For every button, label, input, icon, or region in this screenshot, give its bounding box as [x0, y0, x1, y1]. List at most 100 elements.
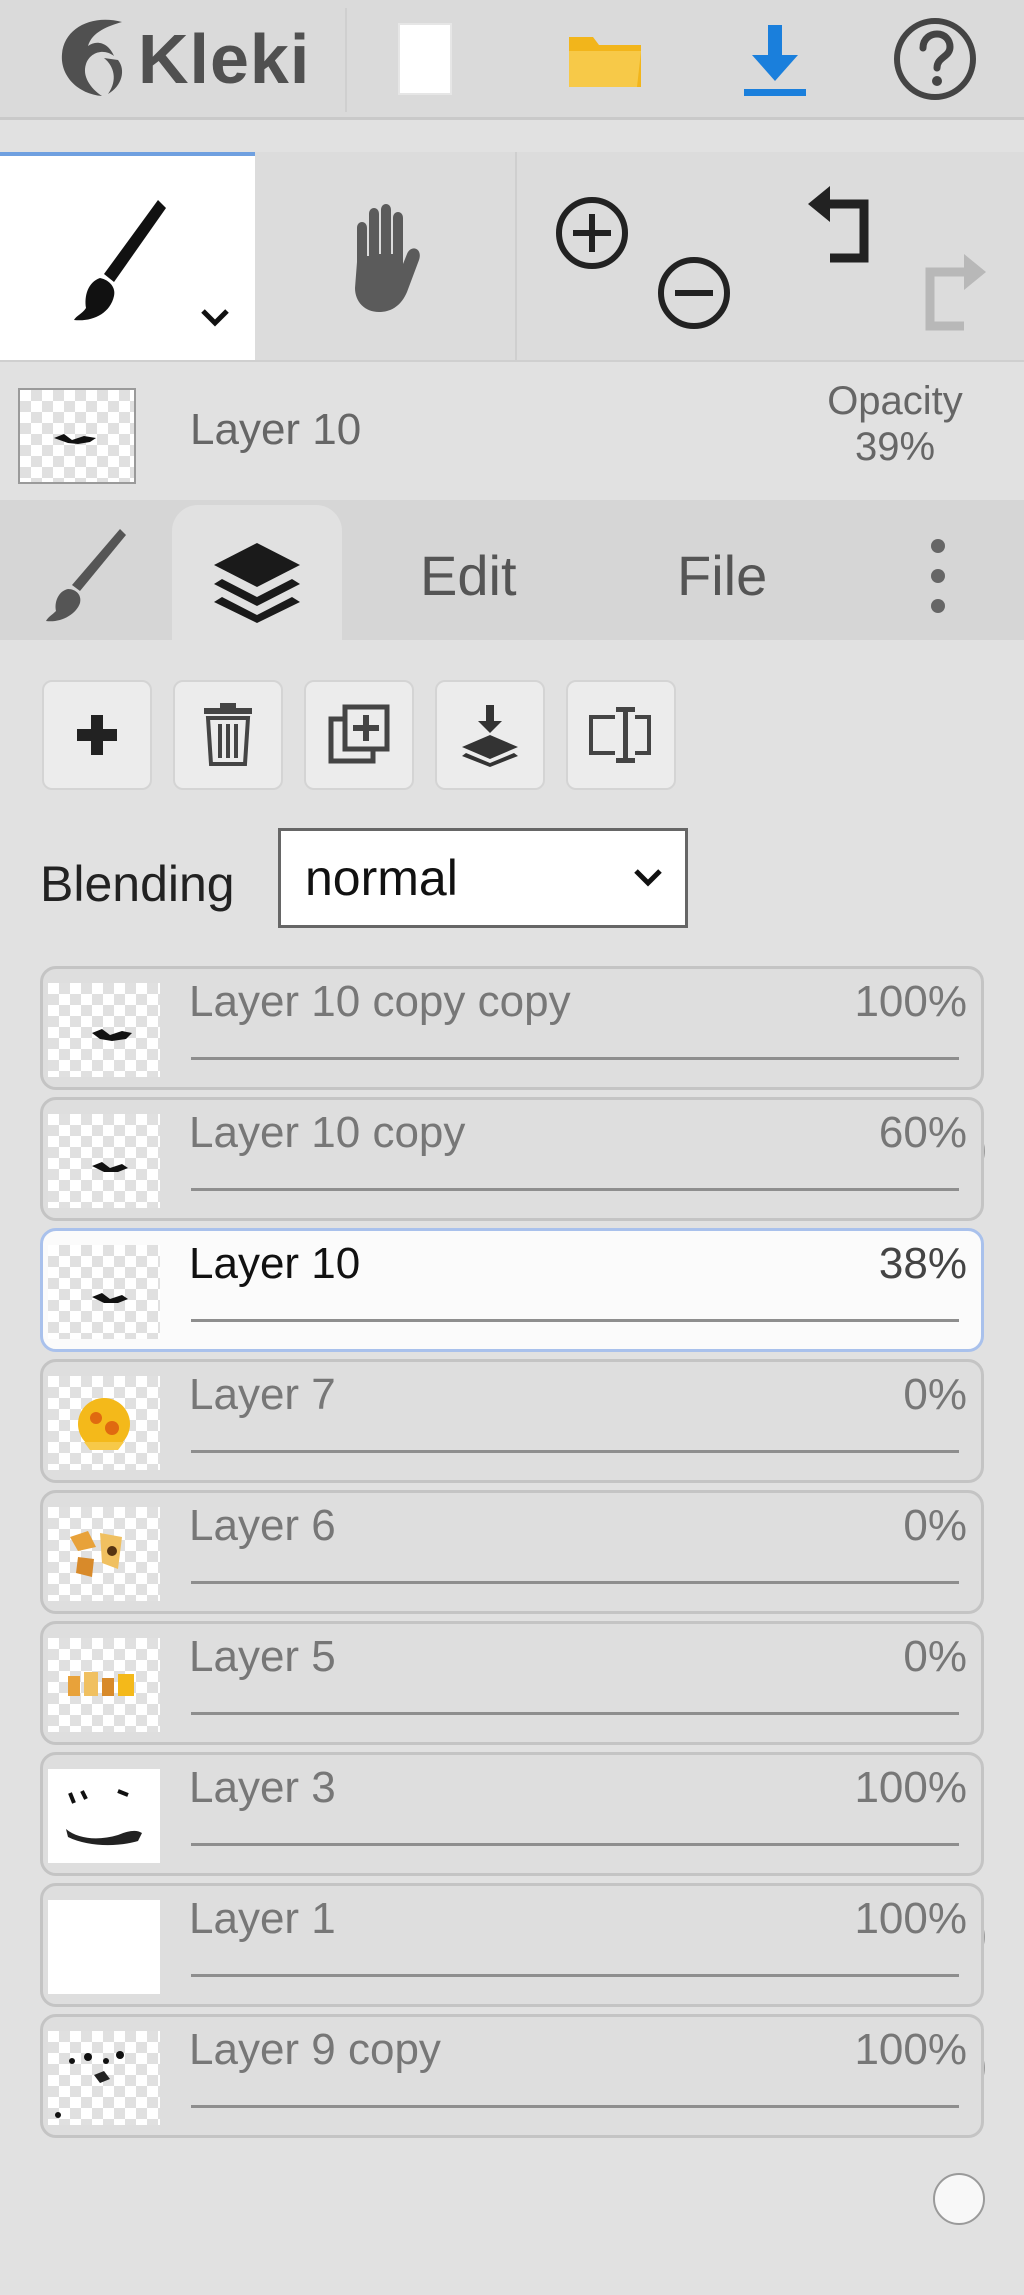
layer-name: Layer 6 — [189, 1501, 336, 1550]
layer-thumbnail — [48, 1507, 160, 1601]
chevron-down-icon[interactable] — [200, 308, 230, 328]
layer-name: Layer 5 — [189, 1632, 336, 1681]
app-logo[interactable]: Kleki — [0, 0, 345, 117]
layer-name: Layer 10 — [189, 1239, 361, 1288]
layer-name: Layer 10 copy — [189, 1108, 466, 1157]
tab-file[interactable]: File — [677, 543, 767, 608]
layer-art-icon — [92, 1293, 128, 1303]
tab-brush[interactable] — [40, 525, 130, 630]
zoom-controls — [515, 152, 772, 360]
more-vertical-icon[interactable] — [920, 538, 956, 614]
layer-row[interactable]: Layer 3 100% — [40, 1752, 985, 1963]
layer-art-icon — [54, 434, 96, 444]
layer-opacity: 100% — [854, 977, 967, 1026]
add-layer-icon — [77, 715, 117, 755]
layer-name: Layer 9 copy — [189, 2025, 441, 2074]
layer-thumbnail — [48, 2031, 160, 2125]
header-divider — [345, 8, 347, 112]
layers-icon — [214, 543, 300, 623]
tab-edit[interactable]: Edit — [420, 543, 517, 608]
layer-thumbnail — [48, 1769, 160, 1863]
opacity-slider-track[interactable] — [165, 1712, 959, 1832]
opacity-value: 39% — [854, 425, 936, 469]
merge-down-button[interactable] — [435, 680, 545, 790]
layer-row[interactable]: Layer 5 0% — [40, 1621, 984, 1832]
download-button[interactable] — [710, 0, 840, 117]
layer-opacity: 60% — [878, 1108, 967, 1157]
layer-opacity: 0% — [903, 1632, 967, 1681]
layer-row[interactable]: Layer 6 0% — [40, 1490, 984, 1701]
layer-opacity: 100% — [854, 1894, 967, 1943]
layer-opacity: 100% — [854, 2025, 967, 2074]
layer-opacity: 100% — [854, 1763, 967, 1812]
new-image-button[interactable] — [360, 0, 490, 117]
layer-row[interactable]: Layer 10 copy 60% — [40, 1097, 984, 1308]
layer-thumbnail — [48, 983, 160, 1077]
hand-tool-button[interactable] — [255, 152, 513, 360]
opacity-readout[interactable]: Opacity 39% — [800, 378, 990, 470]
layer-art-icon — [70, 1531, 122, 1577]
opacity-slider-track[interactable] — [191, 1974, 985, 2094]
zoom-out-icon[interactable] — [655, 254, 733, 332]
layer-row[interactable]: Layer 1 100% — [40, 1883, 985, 2094]
opacity-slider-track[interactable] — [191, 1057, 985, 1177]
rename-layer-icon — [589, 707, 651, 763]
open-file-button[interactable] — [540, 0, 670, 117]
merge-down-icon — [462, 705, 518, 767]
chevron-down-icon — [634, 869, 662, 887]
opacity-slider-track[interactable] — [191, 1319, 959, 1439]
current-layer-name: Layer 10 — [190, 405, 362, 454]
layer-name: Layer 3 — [189, 1763, 336, 1812]
layer-thumbnail — [48, 1376, 160, 1470]
layer-art-icon — [92, 1162, 128, 1172]
blending-select[interactable]: normal — [278, 828, 688, 928]
layer-name: Layer 1 — [189, 1894, 336, 1943]
layer-thumbnail — [48, 1245, 160, 1339]
add-layer-button[interactable] — [42, 680, 152, 790]
opacity-slider-knob[interactable] — [933, 2173, 985, 2225]
layer-row[interactable]: Layer 10 copy copy 100% — [40, 966, 985, 1177]
current-layer-thumbnail[interactable] — [18, 388, 136, 484]
redo-icon[interactable] — [912, 250, 992, 334]
delete-layer-button[interactable] — [173, 680, 283, 790]
layer-thumbnail — [48, 1114, 160, 1208]
layer-art-icon — [78, 1398, 130, 1450]
duplicate-layer-button[interactable] — [304, 680, 414, 790]
layer-opacity: 38% — [878, 1239, 967, 1288]
rename-layer-button[interactable] — [566, 680, 676, 790]
layer-row[interactable]: Layer 7 0% — [40, 1359, 984, 1570]
blending-label: Blending — [40, 856, 235, 912]
layer-opacity: 0% — [903, 1370, 967, 1419]
opacity-slider-track[interactable] — [191, 1188, 959, 1308]
delete-layer-icon — [204, 703, 252, 766]
layer-name: Layer 10 copy copy — [189, 977, 571, 1026]
undo-icon[interactable] — [802, 182, 882, 266]
opacity-label: Opacity — [827, 379, 963, 423]
opacity-slider-track[interactable] — [165, 1450, 959, 1570]
layer-opacity: 0% — [903, 1501, 967, 1550]
layer-art-icon — [66, 1789, 142, 1846]
layer-row-selected[interactable]: Layer 10 38% — [40, 1228, 984, 1439]
layer-thumbnail — [48, 1900, 160, 1994]
layer-art-icon — [55, 2051, 124, 2118]
opacity-slider-track[interactable] — [191, 2105, 985, 2225]
opacity-slider-track[interactable] — [191, 1843, 985, 1963]
brush-tool-button[interactable] — [0, 152, 255, 360]
help-icon — [894, 17, 976, 100]
app-name: Kleki — [138, 19, 311, 98]
help-button[interactable] — [870, 0, 1000, 117]
blending-value: normal — [305, 850, 458, 906]
kleki-logo-icon — [61, 19, 123, 96]
brush-icon — [74, 200, 166, 321]
layer-art-icon — [92, 1029, 132, 1041]
layer-row[interactable]: Layer 9 copy 100% — [40, 2014, 985, 2225]
layer-name: Layer 7 — [189, 1370, 336, 1419]
zoom-in-icon[interactable] — [553, 194, 631, 272]
duplicate-layer-icon — [328, 704, 390, 764]
tab-layers[interactable] — [172, 505, 342, 640]
opacity-slider-track[interactable] — [165, 1581, 959, 1701]
history-controls — [772, 152, 1024, 360]
layer-art-icon — [68, 1672, 134, 1696]
new-image-icon — [398, 22, 452, 95]
open-folder-icon — [569, 36, 641, 87]
